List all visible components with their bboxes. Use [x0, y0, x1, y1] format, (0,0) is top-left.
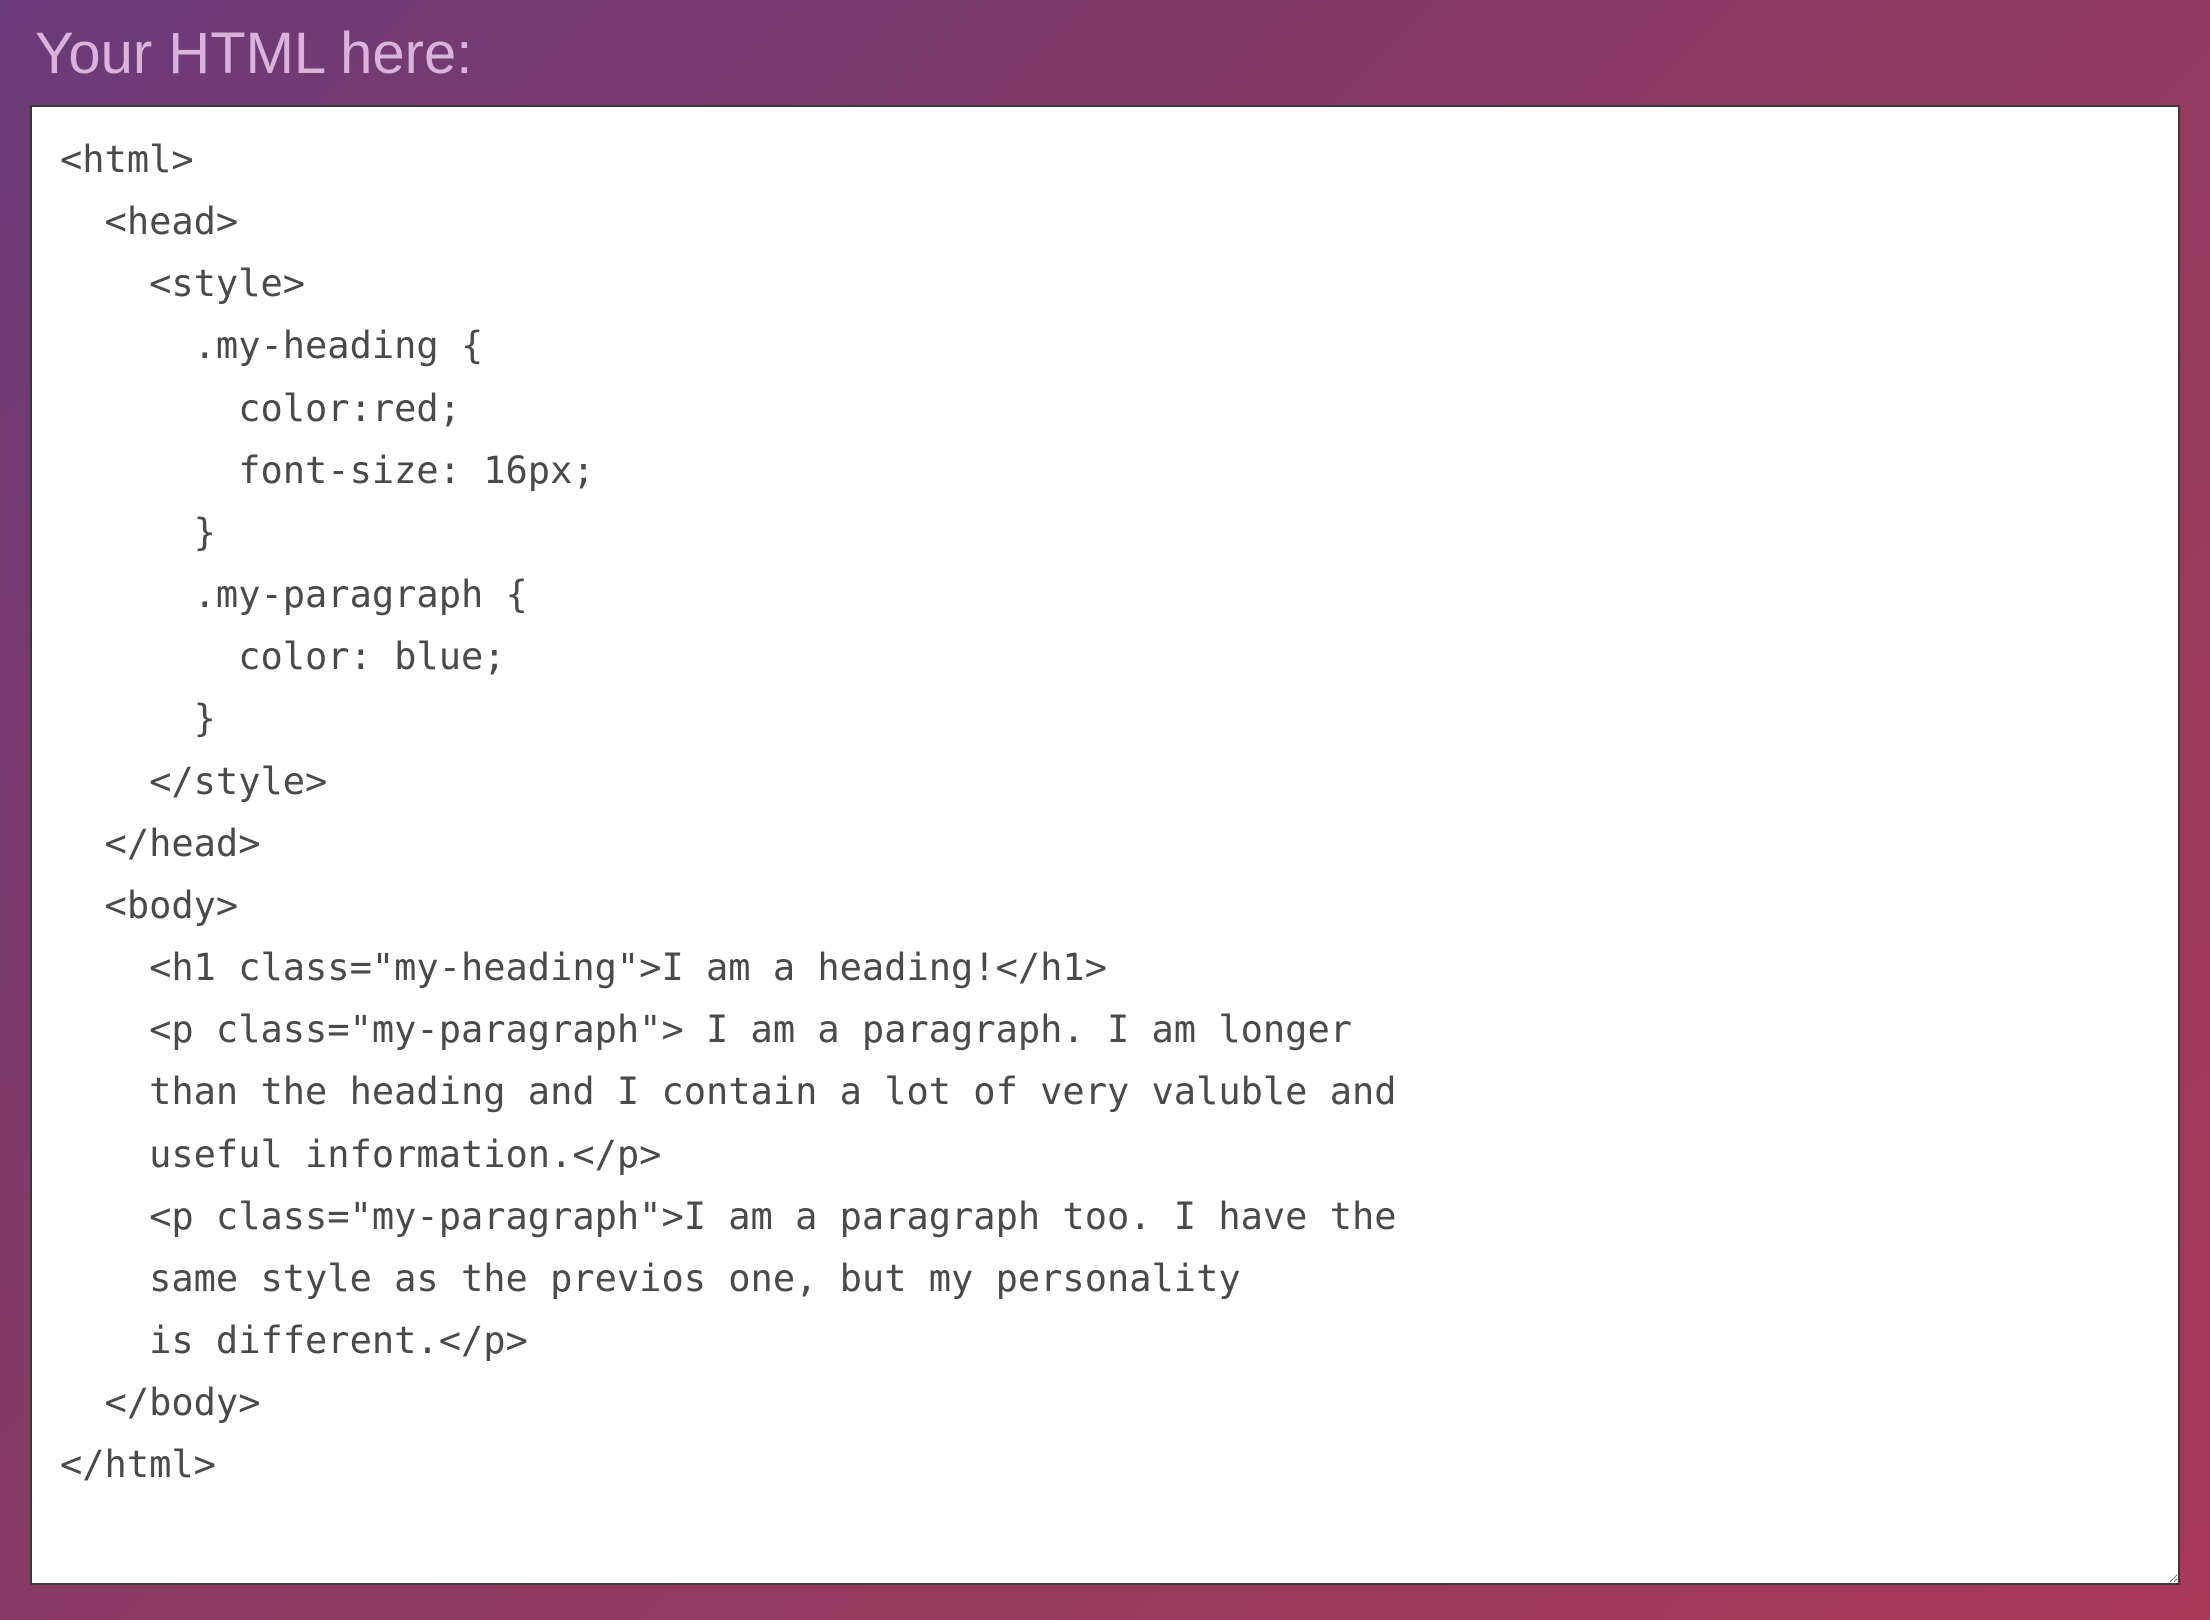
section-title: Your HTML here:: [35, 20, 2180, 87]
html-code-input[interactable]: [30, 105, 2180, 1585]
code-editor-container: [30, 105, 2180, 1585]
